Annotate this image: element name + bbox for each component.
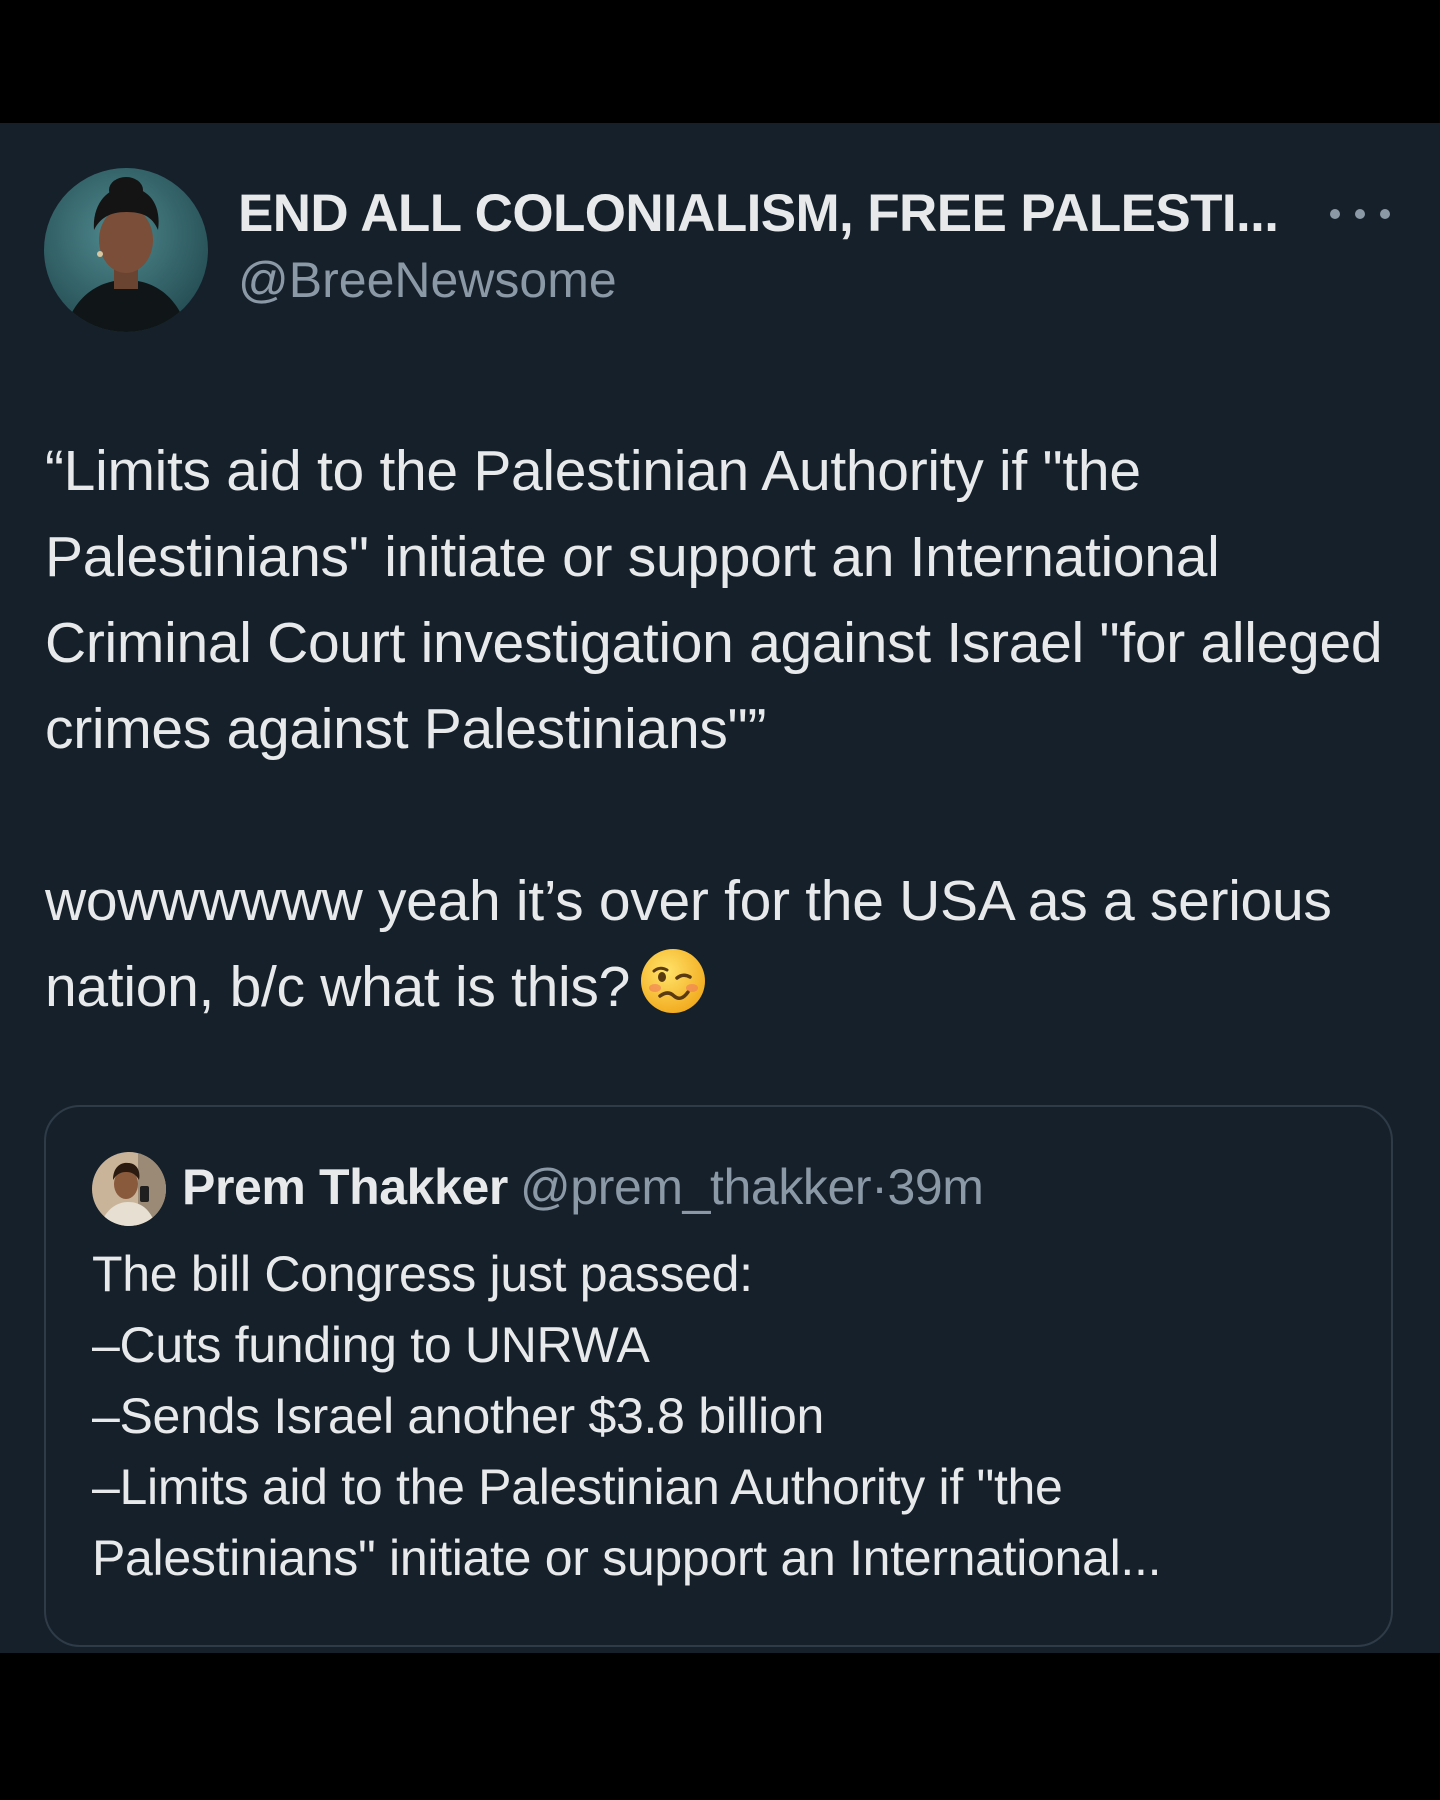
- quoted-tweet[interactable]: Prem Thakker @prem_thakker·39m The bill C…: [44, 1105, 1393, 1647]
- tweet-text: “Limits aid to the Palestinian Authority…: [45, 428, 1405, 1040]
- author-avatar[interactable]: [44, 168, 208, 332]
- quoted-text-line: Palestinians" initiate or support an Int…: [92, 1530, 1162, 1586]
- quoted-tweet-text: The bill Congress just passed: –Cuts fun…: [92, 1239, 1362, 1594]
- woozy-face-emoji-icon: [638, 946, 708, 1040]
- author-display-name[interactable]: END ALL COLONIALISM, FREE PALESTI...: [238, 183, 1279, 244]
- more-horizontal-icon-dot: [1380, 209, 1390, 219]
- quoted-display-name[interactable]: Prem Thakker: [182, 1159, 508, 1215]
- more-options-button[interactable]: [1330, 199, 1390, 229]
- quoted-text-line: The bill Congress just passed:: [92, 1246, 753, 1302]
- quoted-text-line: –Cuts funding to UNRWA: [92, 1317, 650, 1373]
- quoted-text-line: –Limits aid to the Palestinian Authority…: [92, 1459, 1063, 1515]
- tweet-card: END ALL COLONIALISM, FREE PALESTI... @Br…: [0, 123, 1440, 1653]
- quoted-timestamp[interactable]: 39m: [887, 1159, 983, 1215]
- quoted-separator: ·: [871, 1159, 888, 1215]
- more-horizontal-icon-dot: [1355, 209, 1365, 219]
- tweet-comment-paragraph: wowwwwww yeah it’s over for the USA as a…: [45, 858, 1405, 1040]
- more-horizontal-icon: [1330, 209, 1340, 219]
- quoted-handle[interactable]: @prem_thakker: [520, 1159, 872, 1215]
- quoted-header: Prem Thakker @prem_thakker·39m: [182, 1158, 984, 1216]
- tweet-quote-paragraph: “Limits aid to the Palestinian Authority…: [45, 439, 1383, 761]
- quoted-text-line: –Sends Israel another $3.8 billion: [92, 1388, 824, 1444]
- quoted-author-avatar[interactable]: [92, 1152, 166, 1226]
- author-handle[interactable]: @BreeNewsome: [238, 251, 617, 309]
